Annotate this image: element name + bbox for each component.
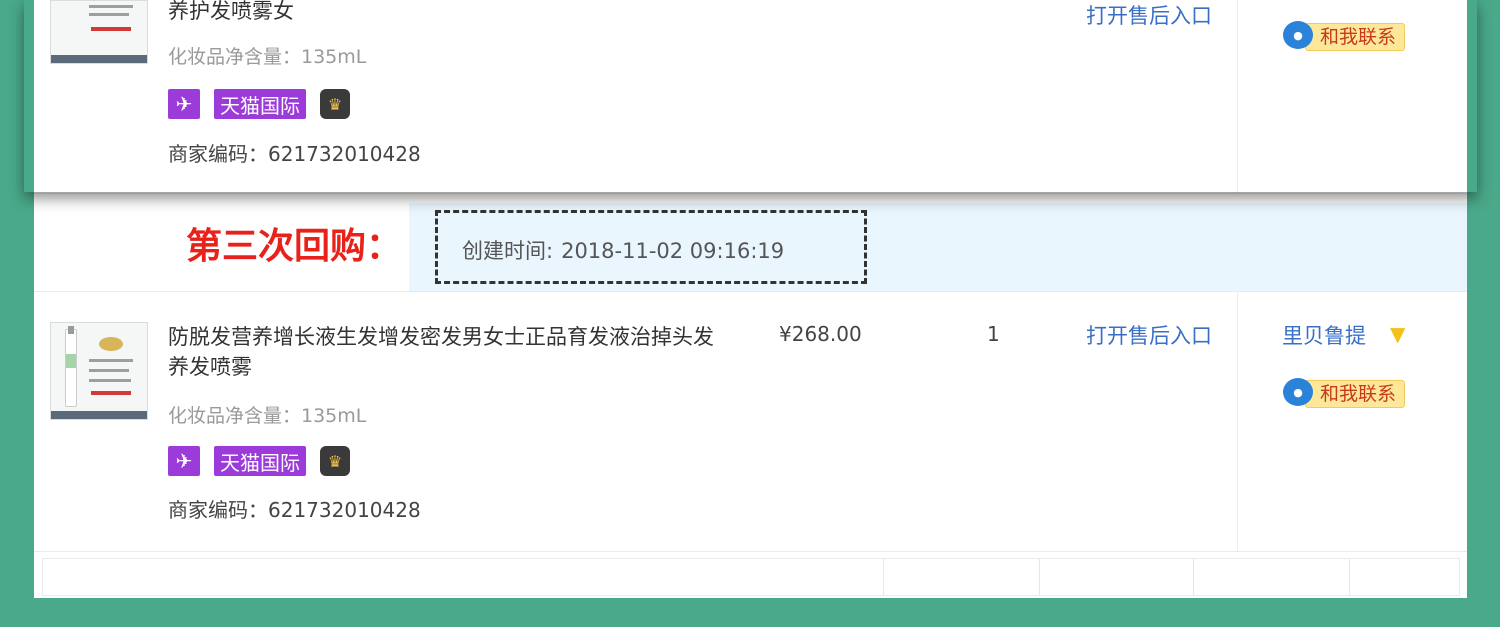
product-thumbnail[interactable] bbox=[50, 0, 148, 64]
column-divider bbox=[1237, 292, 1238, 551]
seller-name-link[interactable]: 里贝鲁提 bbox=[1282, 320, 1366, 350]
order-item-top: 养护发喷雾女 化妆品净含量：135mL ✈ 天猫国际 ♛ 商家编码：621732… bbox=[34, 0, 1467, 194]
product-title[interactable]: 防脱发营养增长液生发增发密发男女士正品育发液治掉头发养发喷雾 bbox=[168, 322, 728, 382]
airplane-icon: ✈ bbox=[168, 89, 200, 119]
crown-icon: ♛ bbox=[320, 446, 350, 476]
chat-bubble-icon: ● bbox=[1283, 21, 1313, 49]
product-badges: ✈ 天猫国际 ♛ bbox=[168, 445, 350, 477]
order-item: 防脱发营养增长液生发增发密发男女士正品育发液治掉头发养发喷雾 化妆品净含量：13… bbox=[34, 291, 1467, 552]
tmall-international-badge: 天猫国际 bbox=[214, 446, 306, 476]
airplane-icon: ✈ bbox=[168, 446, 200, 476]
created-time: 创建时间: 2018-11-02 09:16:19 bbox=[462, 235, 784, 265]
merchant-code: 商家编码：621732010428 bbox=[168, 498, 421, 522]
chat-bubble-icon: ● bbox=[1283, 378, 1313, 406]
next-order-row bbox=[42, 558, 1460, 596]
created-time-label: 创建时间: bbox=[462, 239, 554, 263]
product-spec: 化妆品净含量：135mL bbox=[168, 46, 367, 68]
tmall-international-badge: 天猫国际 bbox=[214, 89, 306, 119]
unit-price: ¥268.00 bbox=[779, 322, 862, 346]
merchant-code: 商家编码：621732010428 bbox=[168, 142, 421, 166]
product-title[interactable]: 养护发喷雾女 bbox=[168, 0, 728, 26]
repurchase-header-row: 第三次回购： 创建时间: 2018-11-02 09:16:19 bbox=[34, 193, 1467, 291]
after-sale-link[interactable]: 打开售后入口 bbox=[1086, 320, 1212, 350]
contact-me-label: 和我联系 bbox=[1305, 23, 1406, 51]
product-spec: 化妆品净含量：135mL bbox=[168, 405, 367, 427]
crown-icon: ♛ bbox=[320, 89, 350, 119]
contact-me-button[interactable]: ● 和我联系 bbox=[1283, 19, 1417, 51]
filter-icon[interactable]: ▼ bbox=[1390, 322, 1405, 346]
after-sale-link[interactable]: 打开售后入口 bbox=[1086, 0, 1212, 30]
product-badges: ✈ 天猫国际 ♛ bbox=[168, 88, 350, 120]
contact-me-button[interactable]: ● 和我联系 bbox=[1283, 376, 1417, 408]
column-divider bbox=[1237, 0, 1238, 193]
created-time-highlight: 创建时间: 2018-11-02 09:16:19 bbox=[435, 210, 867, 284]
quantity: 1 bbox=[987, 322, 1000, 346]
order-list-panel: 养护发喷雾女 化妆品净含量：135mL ✈ 天猫国际 ♛ 商家编码：621732… bbox=[34, 0, 1467, 598]
product-thumbnail[interactable] bbox=[50, 322, 148, 420]
contact-me-label: 和我联系 bbox=[1305, 380, 1406, 408]
repurchase-label: 第三次回购： bbox=[186, 226, 403, 267]
created-time-value: 2018-11-02 09:16:19 bbox=[561, 239, 785, 263]
